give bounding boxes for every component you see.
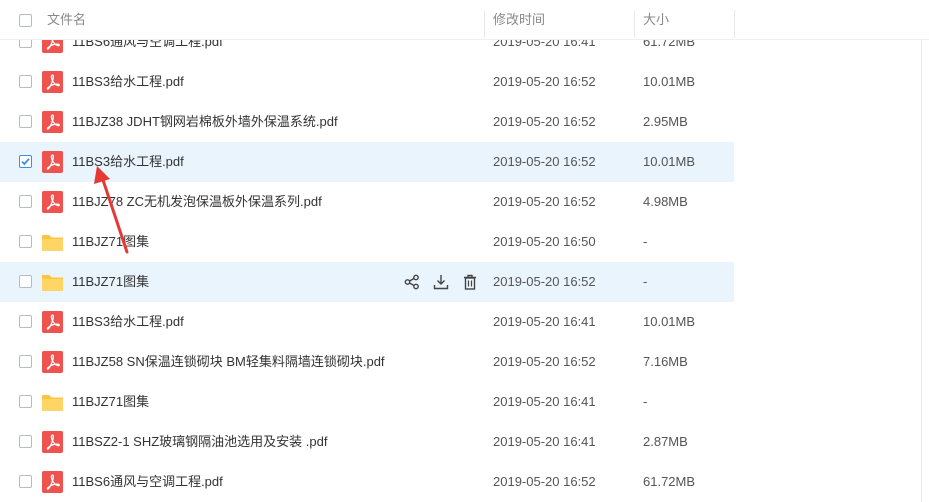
file-size: 10.01MB (643, 314, 696, 329)
file-row[interactable]: 11BJZ71图集 2019-05-20 16:52 - (0, 262, 734, 302)
row-actions (403, 273, 479, 291)
column-header-name[interactable]: 文件名 (47, 0, 86, 40)
pdf-file-icon (42, 191, 63, 213)
file-row[interactable]: 11BJZ71图集 2019-05-20 16:50 - (0, 222, 734, 262)
pdf-file-icon (42, 71, 63, 93)
file-checkbox[interactable] (19, 155, 32, 168)
file-modified-time: 2019-05-20 16:52 (493, 74, 596, 89)
file-checkbox[interactable] (19, 475, 32, 488)
download-icon[interactable] (432, 273, 450, 291)
file-size: 61.72MB (643, 474, 696, 489)
file-modified-time: 2019-05-20 16:52 (493, 354, 596, 369)
file-list-header: 文件名 修改时间 大小 (0, 0, 929, 40)
file-name[interactable]: 11BJZ71图集 (72, 222, 149, 262)
file-row[interactable]: 11BSZ2-1 SHZ玻璃钢隔油池选用及安装 .pdf 2019-05-20 1… (0, 422, 734, 462)
file-modified-time: 2019-05-20 16:41 (493, 314, 596, 329)
file-modified-time: 2019-05-20 16:52 (493, 114, 596, 129)
pdf-file-icon (42, 431, 63, 453)
column-header-modified-time[interactable]: 修改时间 (493, 0, 545, 40)
file-size: 7.16MB (643, 354, 688, 369)
file-row[interactable]: 11BJZ58 SN保温连锁砌块 BM轻集料隔墙连锁砌块.pdf 2019-05-… (0, 342, 734, 382)
column-header-size[interactable]: 大小 (643, 0, 669, 40)
file-row[interactable]: 11BS3给水工程.pdf 2019-05-20 16:52 10.01MB (0, 142, 734, 182)
file-checkbox[interactable] (19, 395, 32, 408)
file-size: 2.87MB (643, 434, 688, 449)
folder-icon (42, 271, 63, 293)
file-modified-time: 2019-05-20 16:41 (493, 434, 596, 449)
file-name[interactable]: 11BS3给水工程.pdf (72, 142, 184, 182)
folder-icon (42, 391, 63, 413)
file-checkbox[interactable] (19, 75, 32, 88)
pdf-file-icon (42, 111, 63, 133)
file-modified-time: 2019-05-20 16:50 (493, 234, 596, 249)
file-size: - (643, 394, 648, 409)
file-modified-time: 2019-05-20 16:52 (493, 194, 596, 209)
file-name[interactable]: 11BS3给水工程.pdf (72, 302, 184, 342)
file-size: - (643, 274, 648, 289)
column-divider[interactable] (484, 10, 485, 38)
column-divider[interactable] (634, 10, 635, 38)
file-size: 10.01MB (643, 154, 696, 169)
file-checkbox[interactable] (19, 275, 32, 288)
file-size: - (643, 234, 648, 249)
folder-icon (42, 231, 63, 253)
file-row[interactable]: 11BS6通风与空调工程.pdf 2019-05-20 16:52 61.72MB (0, 462, 734, 502)
file-size: 4.98MB (643, 194, 688, 209)
file-modified-time: 2019-05-20 16:41 (493, 394, 596, 409)
pdf-file-icon (42, 311, 63, 333)
file-row[interactable]: 11BJZ71图集 2019-05-20 16:41 - (0, 382, 734, 422)
file-modified-time: 2019-05-20 16:52 (493, 274, 596, 289)
file-modified-time: 2019-05-20 16:52 (493, 154, 596, 169)
file-row[interactable]: 11BJZ78 ZC无机发泡保温板外保温系列.pdf 2019-05-20 16:… (0, 182, 734, 222)
file-row[interactable]: 11BS3给水工程.pdf 2019-05-20 16:52 10.01MB (0, 62, 734, 102)
trash-icon[interactable] (461, 273, 479, 291)
file-checkbox[interactable] (19, 435, 32, 448)
select-all-checkbox[interactable] (19, 14, 32, 27)
file-checkbox[interactable] (19, 115, 32, 128)
panel-border (921, 40, 922, 502)
file-row[interactable]: 11BJZ38 JDHT钢网岩棉板外墙外保温系统.pdf 2019-05-20 1… (0, 102, 734, 142)
file-checkbox[interactable] (19, 235, 32, 248)
pdf-file-icon (42, 351, 63, 373)
share-icon[interactable] (403, 273, 421, 291)
file-checkbox[interactable] (19, 195, 32, 208)
file-name[interactable]: 11BJZ71图集 (72, 262, 149, 302)
file-size: 2.95MB (643, 114, 688, 129)
file-name[interactable]: 11BS3给水工程.pdf (72, 62, 184, 102)
file-checkbox[interactable] (19, 315, 32, 328)
file-row[interactable]: 11BS3给水工程.pdf 2019-05-20 16:41 10.01MB (0, 302, 734, 342)
pdf-file-icon (42, 151, 63, 173)
pdf-file-icon (42, 471, 63, 493)
file-name[interactable]: 11BJZ78 ZC无机发泡保温板外保温系列.pdf (72, 182, 322, 222)
file-name[interactable]: 11BS6通风与空调工程.pdf (72, 462, 223, 502)
file-name[interactable]: 11BSZ2-1 SHZ玻璃钢隔油池选用及安装 .pdf (72, 422, 327, 462)
file-name[interactable]: 11BJZ58 SN保温连锁砌块 BM轻集料隔墙连锁砌块.pdf (72, 342, 385, 382)
file-checkbox[interactable] (19, 355, 32, 368)
file-name[interactable]: 11BJZ38 JDHT钢网岩棉板外墙外保温系统.pdf (72, 102, 338, 142)
file-size: 10.01MB (643, 74, 696, 89)
file-list: 11BS6通风与空调工程.pdf 2019-05-20 16:41 61.72MB 1… (0, 22, 929, 502)
column-divider[interactable] (734, 10, 735, 38)
file-modified-time: 2019-05-20 16:52 (493, 474, 596, 489)
file-name[interactable]: 11BJZ71图集 (72, 382, 149, 422)
